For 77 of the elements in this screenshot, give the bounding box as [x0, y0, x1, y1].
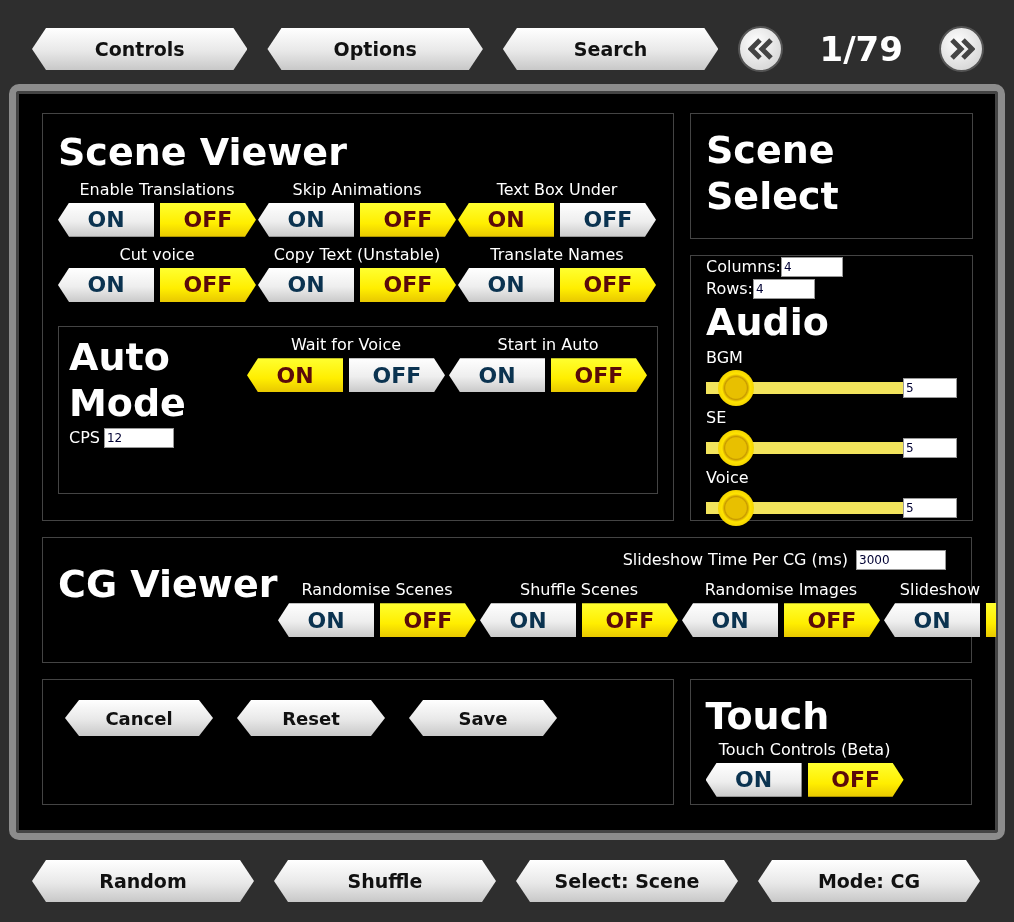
menu-button[interactable]: Mode: CG: [758, 860, 980, 902]
off-button[interactable]: OFF: [360, 267, 456, 302]
toggle-label: Skip Animations: [292, 179, 422, 199]
on-button[interactable]: ON: [247, 358, 343, 393]
volume-field[interactable]: 5: [903, 497, 957, 518]
toggle-label: Touch Controls (Beta): [718, 739, 891, 759]
on-button[interactable]: ON: [705, 762, 802, 797]
section-title: CG Viewer: [58, 562, 278, 608]
cps-label: CPS: [69, 427, 100, 450]
on-button[interactable]: ON: [258, 202, 354, 237]
next-page-button[interactable]: [939, 26, 984, 72]
slideshow-time-field[interactable]: 3000: [856, 550, 946, 570]
toggle-label: Copy Text (Unstable): [273, 244, 441, 264]
on-button[interactable]: ON: [458, 267, 554, 302]
off-button[interactable]: OFF: [349, 358, 445, 393]
on-button[interactable]: ON: [884, 603, 980, 638]
on-button[interactable]: ON: [58, 202, 154, 237]
off-button[interactable]: OFF: [807, 762, 904, 797]
toggle-label: Translate Names: [490, 244, 624, 264]
volume-field[interactable]: 5: [903, 377, 957, 398]
on-button[interactable]: ON: [682, 603, 778, 638]
menu-button[interactable]: Controls: [32, 28, 248, 70]
toggle-label: Wait for Voice: [290, 334, 402, 355]
section-title: Auto Mode: [69, 334, 187, 427]
off-button[interactable]: OFF: [380, 603, 476, 638]
action-button[interactable]: Save: [409, 700, 557, 736]
off-button[interactable]: OFF: [582, 603, 678, 638]
slider-thumb[interactable]: [717, 369, 754, 406]
double-chevron-left-icon: [747, 38, 774, 60]
volume-field[interactable]: 5: [903, 437, 957, 458]
slider-label: SE: [706, 406, 728, 429]
off-button[interactable]: OFF: [160, 267, 256, 302]
action-button[interactable]: Reset: [237, 700, 385, 736]
section-title: Touch: [705, 694, 831, 740]
toggle-label: Start in Auto: [497, 334, 599, 355]
off-button[interactable]: OFF: [160, 202, 256, 237]
slider-label: Voice: [706, 466, 750, 489]
off-button[interactable]: OFF: [560, 202, 656, 237]
toggle-label: Randomise Images: [704, 580, 858, 600]
menu-button[interactable]: Search: [502, 28, 719, 70]
previous-page-button[interactable]: [738, 26, 784, 72]
field-label: Columns:: [706, 256, 781, 278]
on-button[interactable]: ON: [258, 267, 354, 302]
menu-button[interactable]: Shuffle: [274, 860, 496, 902]
off-button[interactable]: OFF: [784, 603, 880, 638]
section-title: Audio: [706, 300, 830, 346]
action-button[interactable]: Cancel: [65, 700, 213, 736]
on-button[interactable]: ON: [278, 603, 374, 638]
toggle-label: Cut voice: [119, 244, 195, 264]
double-chevron-right-icon: [948, 38, 975, 60]
field-label: Rows:: [706, 278, 753, 300]
off-button[interactable]: OFF: [551, 358, 647, 393]
slider-label: BGM: [706, 346, 744, 369]
slideshow-time-label: Slideshow Time Per CG (ms): [622, 549, 848, 571]
off-button[interactable]: [986, 603, 996, 638]
number-field[interactable]: 4: [781, 257, 843, 277]
slider-thumb[interactable]: [717, 429, 754, 466]
on-button[interactable]: ON: [449, 358, 545, 393]
toggle-label: Text Box Under: [496, 179, 618, 199]
off-button[interactable]: OFF: [360, 202, 456, 237]
on-button[interactable]: ON: [458, 202, 554, 237]
section-title: Scene Viewer: [58, 130, 348, 176]
menu-button[interactable]: Options: [267, 28, 483, 70]
cps-field[interactable]: 12: [104, 428, 174, 449]
menu-button[interactable]: Random: [32, 860, 254, 902]
page-counter: 1/79: [818, 27, 904, 71]
toggle-label: Enable Translations: [79, 179, 235, 199]
off-button[interactable]: OFF: [560, 267, 656, 302]
toggle-label: Shuffle Scenes: [520, 580, 638, 600]
slider-thumb[interactable]: [717, 489, 754, 526]
menu-button[interactable]: Select: Scene: [516, 860, 738, 902]
on-button[interactable]: ON: [480, 603, 576, 638]
toggle-label: Slideshow: [899, 580, 981, 600]
on-button[interactable]: ON: [58, 267, 154, 302]
number-field[interactable]: 4: [753, 279, 815, 299]
section-title: Scene Select: [706, 128, 840, 220]
toggle-label: Randomise Scenes: [301, 580, 453, 600]
